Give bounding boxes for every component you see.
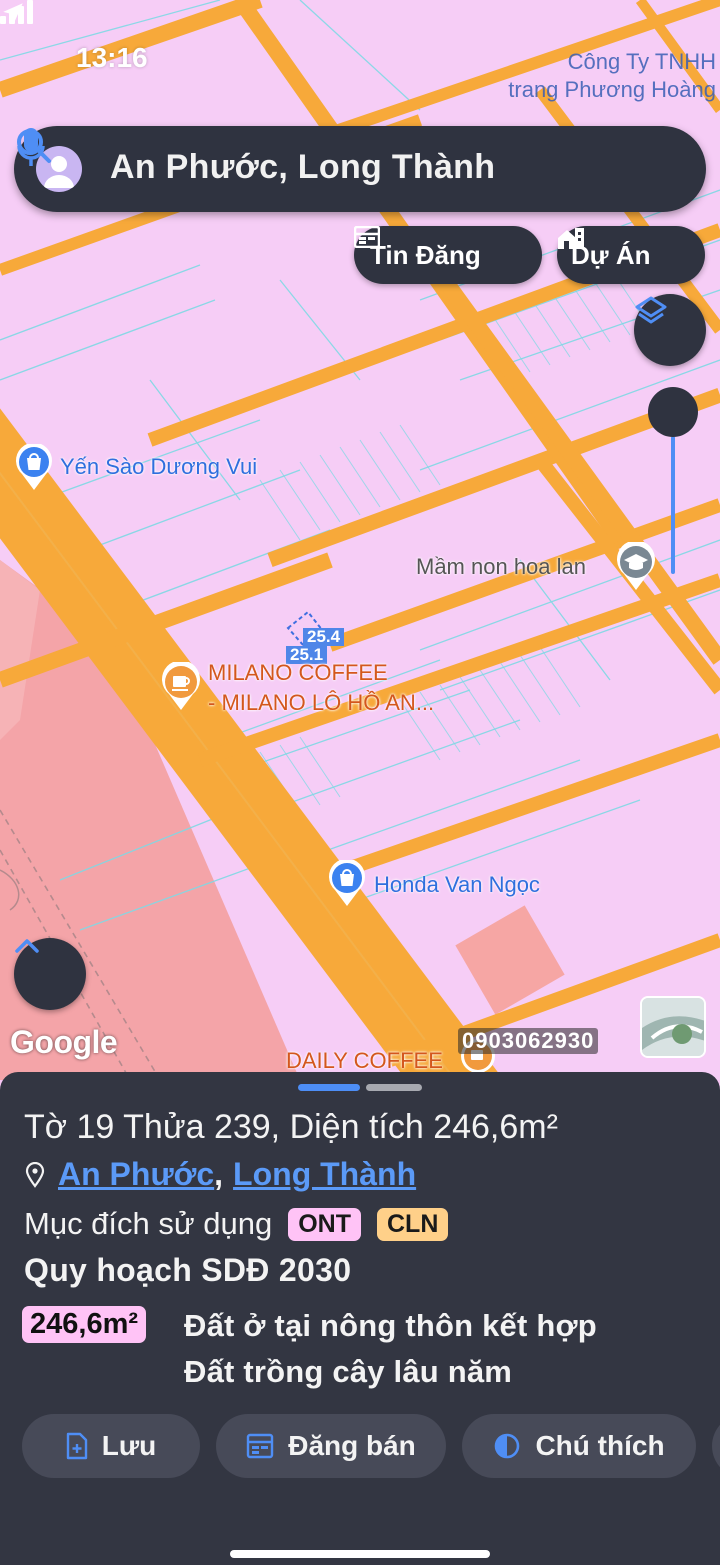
- poi-label-mam-non[interactable]: Mầm non hoa lan: [416, 554, 586, 580]
- contrast-legend-icon: [495, 1433, 520, 1459]
- map-business-line1: Công Ty TNHH: [567, 49, 716, 74]
- shopping-bag-pin-icon[interactable]: [14, 444, 54, 492]
- plan-title: Quy hoạch SDĐ 2030: [24, 1252, 352, 1288]
- poi-label-honda[interactable]: Honda Van Ngọc: [374, 872, 540, 898]
- add-document-icon: [66, 1432, 87, 1460]
- layers-icon: [635, 296, 667, 324]
- district-link[interactable]: Long Thành: [233, 1156, 416, 1193]
- sheet-handle-inactive[interactable]: [366, 1084, 422, 1091]
- save-label: Lưu: [101, 1430, 157, 1461]
- search-bar[interactable]: An Phước, Long Thành: [14, 126, 706, 212]
- google-logo: Google: [10, 1024, 118, 1060]
- plot-dimension-label: 25.4: [303, 628, 345, 646]
- tin-dang-label: Tin Đăng: [370, 239, 481, 270]
- school-pin-icon[interactable]: [614, 542, 658, 592]
- save-button[interactable]: Lưu: [22, 1414, 200, 1478]
- poi-label-yen-sao[interactable]: Yến Sào Dương Vui: [60, 454, 257, 480]
- cafe-pin-icon[interactable]: [160, 662, 202, 712]
- map-business-label: Công Ty TNHH trang Phương Hoàng: [508, 48, 716, 104]
- land-code-badge-cln: CLN: [377, 1207, 449, 1241]
- microphone-icon[interactable]: [14, 126, 48, 170]
- more-actions-button[interactable]: [712, 1414, 720, 1478]
- land-code-badge-ont: ONT: [288, 1207, 361, 1241]
- location-pin-icon: [25, 1161, 45, 1188]
- poi-label-milano-2[interactable]: - MILANO LÔ HỒ AN...: [208, 690, 434, 716]
- chevron-up-icon: [15, 939, 39, 953]
- listing-icon: [354, 226, 380, 248]
- signal-icon: [0, 0, 33, 24]
- land-purpose-row: Mục đích sử dụng ONT CLN: [24, 1206, 449, 1242]
- land-use-line-2: Đất trồng cây lâu năm: [184, 1354, 513, 1389]
- map-view[interactable]: 13:16 Công Ty TNHH trang Phương Hoàng Yế…: [0, 0, 720, 1080]
- poi-label-daily-coffee[interactable]: DAILY COFFEE: [286, 1048, 443, 1074]
- post-sale-label: Đăng bán: [288, 1430, 416, 1461]
- sheet-handle-active[interactable]: [298, 1084, 360, 1091]
- satellite-thumbnail-icon: [642, 998, 704, 1056]
- home-indicator: [230, 1550, 490, 1558]
- map-business-line2: trang Phương Hoàng: [508, 77, 716, 102]
- location-row: An Phước , Long Thành: [24, 1156, 416, 1193]
- layers-button[interactable]: [634, 294, 706, 366]
- satellite-toggle-thumbnail[interactable]: [640, 996, 706, 1058]
- du-an-button[interactable]: Dự Án: [557, 226, 705, 284]
- expand-up-button[interactable]: [14, 938, 86, 1010]
- land-use-line-1: Đất ở tại nông thôn kết hợp: [184, 1308, 597, 1343]
- legend-button[interactable]: Chú thích: [462, 1414, 696, 1478]
- tin-dang-button[interactable]: Tin Đăng: [354, 226, 542, 284]
- opacity-slider-handle[interactable]: [648, 387, 698, 437]
- plot-info-sheet[interactable]: Tờ 19 Thửa 239, Diện tích 246,6m² An Phư…: [0, 1072, 720, 1565]
- area-badge: 246,6m²: [22, 1306, 147, 1343]
- poi-label-milano-1[interactable]: MILANO COFFEE: [208, 660, 388, 686]
- location-separator: ,: [214, 1156, 224, 1192]
- status-time: 13:16: [76, 42, 148, 73]
- calendar-list-icon: [247, 1433, 274, 1459]
- land-purpose-label: Mục đích sử dụng: [24, 1206, 273, 1241]
- search-input[interactable]: An Phước, Long Thành: [110, 148, 495, 187]
- plot-title: Tờ 19 Thửa 239, Diện tích 246,6m²: [24, 1108, 558, 1146]
- legend-label: Chú thích: [535, 1430, 665, 1461]
- shopping-bag-pin-icon[interactable]: [327, 860, 367, 908]
- ward-link[interactable]: An Phước: [58, 1156, 214, 1193]
- post-sale-button[interactable]: Đăng bán: [216, 1414, 446, 1478]
- building-project-icon: [558, 228, 584, 249]
- opacity-slider-track[interactable]: [671, 436, 675, 574]
- phone-watermark: 0903062930: [458, 1028, 599, 1054]
